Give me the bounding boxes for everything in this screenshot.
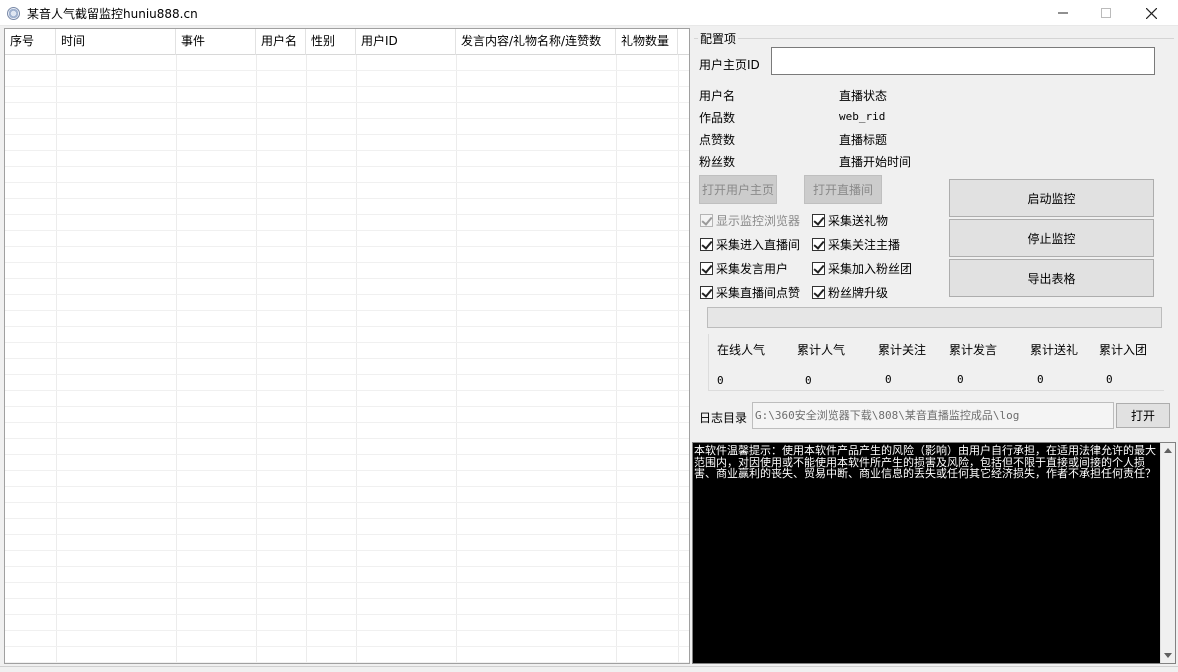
fan-badge-upgrade-checkbox[interactable]: 粉丝牌升级 [812,284,888,300]
open-homepage-button[interactable]: 打开用户主页 [699,175,777,204]
live-start-time-label: 直播开始时间 [839,155,912,169]
checkbox-check-icon [812,285,825,299]
column-header-gift-count[interactable]: 礼物数量 [616,29,678,55]
minimize-icon[interactable] [1040,0,1086,26]
column-header-gender[interactable]: 性别 [306,29,356,55]
group-divider [694,38,1174,39]
stat-label-total-joins: 累计入团 [1099,343,1148,357]
collect-gifts-checkbox[interactable]: 采集送礼物 [812,212,888,228]
table-gridlines [5,55,689,663]
start-monitor-button[interactable]: 启动监控 [949,179,1154,217]
event-table[interactable]: 序号 时间 事件 用户名 性别 用户ID 发言内容/礼物名称/连赞数 礼物数量 [4,28,690,664]
live-title-label: 直播标题 [839,133,888,147]
collect-enter-room-checkbox[interactable]: 采集进入直播间 [700,236,800,252]
stat-label-total-views: 累计人气 [797,343,846,357]
checkbox-check-icon [812,261,825,275]
stat-value-total-chats: 0 [957,373,964,386]
collect-chat-users-checkbox[interactable]: 采集发言用户 [700,260,788,276]
fans-count-label: 粉丝数 [699,155,736,169]
config-group-title: 配置项 [698,30,739,47]
log-dir-label: 日志目录 [699,411,748,425]
username-label: 用户名 [699,89,736,103]
collect-fan-club-checkbox[interactable]: 采集加入粉丝团 [812,260,912,276]
maximize-icon[interactable] [1083,0,1129,26]
homepage-id-input[interactable] [771,47,1155,75]
web-rid-label: web_rid [839,110,886,123]
column-header-index[interactable]: 序号 [5,29,56,55]
column-header-username[interactable]: 用户名 [256,29,306,55]
console-scrollbar[interactable] [1160,443,1175,663]
live-status-label: 直播状态 [839,89,888,103]
stat-value-online: 0 [717,374,724,387]
stat-label-total-follows: 累计关注 [878,343,927,357]
checkbox-check-icon [700,285,713,299]
column-header-content[interactable]: 发言内容/礼物名称/连赞数 [456,29,616,55]
stat-value-total-gifts: 0 [1037,373,1044,386]
collect-likes-checkbox[interactable]: 采集直播间点赞 [700,284,800,300]
checkbox-check-icon [700,213,713,227]
log-dir-input[interactable]: G:\360安全浏览器下载\808\某音直播监控成品\log [752,402,1114,429]
open-live-room-button[interactable]: 打开直播间 [804,175,882,204]
works-count-label: 作品数 [699,111,736,125]
export-table-button[interactable]: 导出表格 [949,259,1154,297]
checkbox-check-icon [700,237,713,251]
progress-bar [707,307,1162,328]
collect-follow-checkbox[interactable]: 采集关注主播 [812,236,900,252]
stat-label-total-gifts: 累计送礼 [1030,343,1079,357]
homepage-id-label: 用户主页ID [699,58,760,72]
checkbox-check-icon [700,261,713,275]
window-bottom-edge [0,666,1178,672]
checkbox-check-icon [812,237,825,251]
open-log-button[interactable]: 打开 [1116,403,1170,428]
title-bar: 某音人气截留监控huniu888.cn [0,0,1178,26]
stat-label-total-chats: 累计发言 [949,343,998,357]
stat-value-total-joins: 0 [1106,373,1113,386]
close-icon[interactable] [1128,0,1174,26]
show-browser-checkbox[interactable]: 显示监控浏览器 [700,212,800,228]
stat-label-online: 在线人气 [717,343,766,357]
column-header-user-id[interactable]: 用户ID [356,29,456,55]
column-header-event[interactable]: 事件 [176,29,256,55]
stat-value-total-follows: 0 [885,373,892,386]
window-title: 某音人气截留监控huniu888.cn [27,7,198,21]
config-panel: 配置项 用户主页ID 用户名 作品数 点赞数 粉丝数 直播状态 web_rid … [694,28,1176,438]
notice-text: 本软件温馨提示：使用本软件产品产生的风险（影响）由用户自行承担，在适用法律允许的… [694,444,1156,480]
stop-monitor-button[interactable]: 停止监控 [949,219,1154,257]
notice-console[interactable]: 本软件温馨提示：使用本软件产品产生的风险（影响）由用户自行承担，在适用法律允许的… [692,442,1176,664]
column-header-time[interactable]: 时间 [56,29,176,55]
app-icon [7,7,20,20]
checkbox-check-icon [812,213,825,227]
scroll-down-icon[interactable] [1164,653,1172,658]
table-header: 序号 时间 事件 用户名 性别 用户ID 发言内容/礼物名称/连赞数 礼物数量 [5,29,689,55]
stats-panel [708,334,1164,391]
likes-count-label: 点赞数 [699,133,736,147]
scroll-up-icon[interactable] [1164,448,1172,453]
stat-value-total-views: 0 [805,374,812,387]
